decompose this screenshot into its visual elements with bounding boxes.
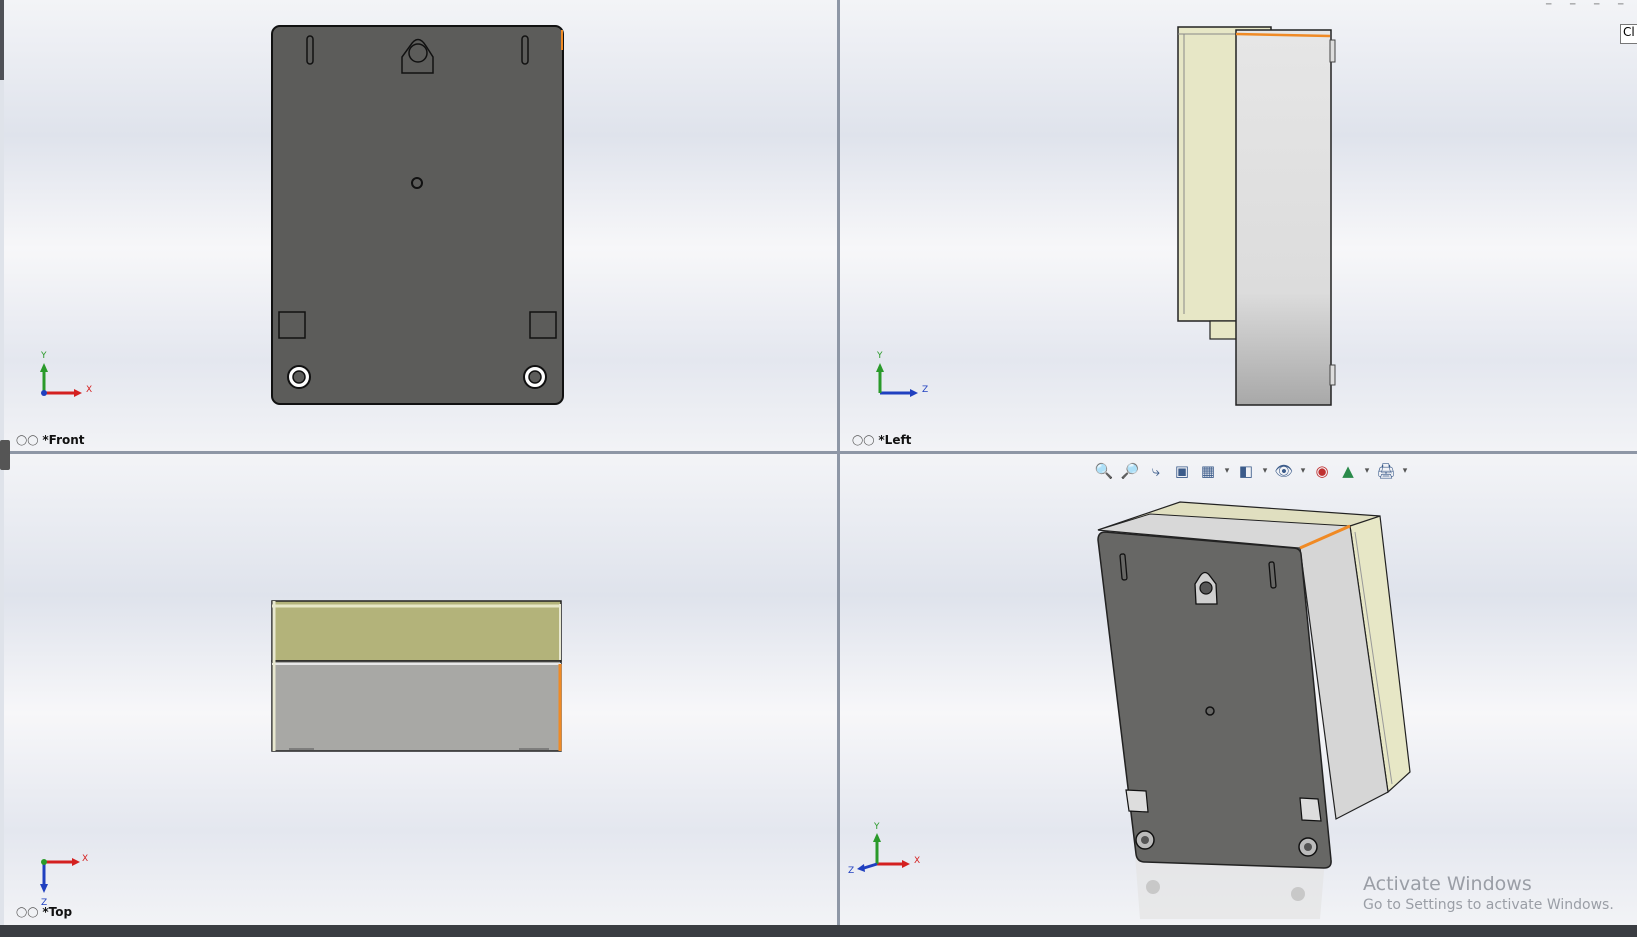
section-view-icon[interactable]: ▣ [1170, 460, 1194, 482]
top-view-model: X Z [40, 600, 562, 908]
top-axis-x-label: X [82, 854, 88, 864]
front-axis-triad [40, 363, 82, 397]
hide-show-items-icon[interactable]: 👁 [1272, 460, 1296, 482]
iso-axis-y-label: Y [873, 822, 880, 832]
left-axis-triad [876, 363, 918, 397]
display-style-dropdown-icon[interactable]: ▾ [1260, 466, 1270, 476]
corner-tab[interactable]: Cl [1620, 24, 1637, 44]
minimize-icon[interactable]: ─ [1546, 0, 1551, 10]
view-glasses-icon: ◯◯ [16, 906, 39, 918]
left-view-model: Z Y [876, 26, 1336, 406]
panel-collapse-handle[interactable] [0, 440, 10, 470]
restore-icon[interactable]: ─ [1570, 0, 1575, 10]
bottom-status-bar [0, 925, 1637, 937]
left-view-label[interactable]: ◯◯ *Left [852, 433, 911, 447]
edit-appearance-icon[interactable]: ◉ [1310, 460, 1334, 482]
previous-view-icon[interactable]: ⤷ [1144, 460, 1168, 482]
front-axis-x-label: X [86, 385, 92, 395]
viewport-top[interactable]: X Z ◯◯ *Top [4, 454, 837, 925]
watermark-subtitle: Go to Settings to activate Windows. [1363, 897, 1614, 913]
view-orientation-icon[interactable]: ▦ [1196, 460, 1220, 482]
isometric-view-model: X Y Z [848, 501, 1411, 919]
viewport-left[interactable]: Z Y ◯◯ *Left ─ ─ ─ ─ [840, 0, 1637, 451]
maximize-icon[interactable]: ─ [1594, 0, 1599, 10]
close-icon[interactable]: ─ [1618, 0, 1623, 10]
watermark-title: Activate Windows [1363, 873, 1532, 895]
activate-windows-watermark: Activate Windows Go to Settings to activ… [1363, 873, 1614, 913]
iso-axis-x-label: X [914, 856, 920, 866]
front-view-name: *Front [42, 433, 85, 447]
top-view-name: *Top [42, 905, 73, 919]
view-settings-dropdown-icon[interactable]: ▾ [1400, 466, 1410, 476]
iso-axis-triad [857, 833, 910, 872]
viewport-isometric[interactable]: X Y Z [840, 454, 1637, 925]
front-axis-y-label: Y [40, 351, 47, 361]
view-orientation-dropdown-icon[interactable]: ▾ [1222, 466, 1232, 476]
top-view-label[interactable]: ◯◯ *Top [16, 905, 72, 919]
display-style-icon[interactable]: ◧ [1234, 460, 1258, 482]
view-glasses-icon: ◯◯ [16, 434, 39, 446]
left-axis-z-label: Z [922, 385, 928, 395]
view-settings-icon[interactable]: 🖨 [1374, 460, 1398, 482]
viewport-vertical-splitter[interactable] [837, 0, 840, 925]
hide-show-dropdown-icon[interactable]: ▾ [1298, 466, 1308, 476]
viewport-horizontal-splitter[interactable] [0, 451, 1637, 454]
viewport-front[interactable]: X Y ◯◯ *Front [4, 0, 837, 451]
heads-up-view-toolbar: 🔍 🔎 ⤷ ▣ ▦ ▾ ◧ ▾ 👁 ▾ ◉ ▲ ▾ 🖨 ▾ [1092, 459, 1410, 483]
left-axis-y-label: Y [876, 351, 883, 361]
iso-axis-z-label: Z [848, 866, 854, 876]
top-axis-triad [40, 858, 80, 893]
zoom-to-area-icon[interactable]: 🔎 [1118, 460, 1142, 482]
apply-scene-dropdown-icon[interactable]: ▾ [1362, 466, 1372, 476]
front-view-label[interactable]: ◯◯ *Front [16, 433, 85, 447]
view-glasses-icon: ◯◯ [852, 434, 875, 446]
left-view-name: *Left [878, 433, 912, 447]
front-view-model: X Y [40, 25, 564, 405]
apply-scene-icon[interactable]: ▲ [1336, 460, 1360, 482]
zoom-to-fit-icon[interactable]: 🔍 [1092, 460, 1116, 482]
